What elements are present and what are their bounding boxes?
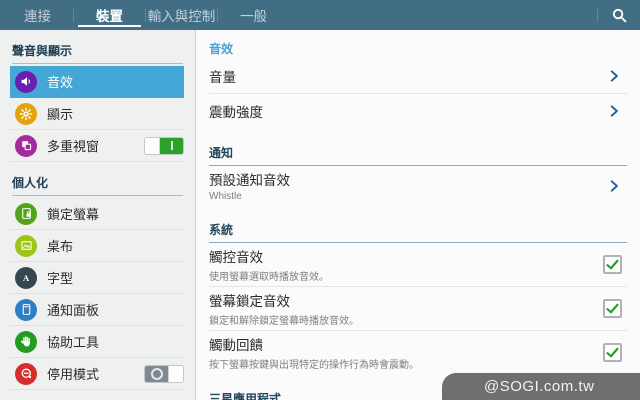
checkmark-icon [606,303,619,314]
sidebar-item-wallpaper[interactable]: 桌布 [10,230,184,262]
tab-strip: 連接 裝置 輸入與控制 一般 [0,0,289,30]
top-tab-bar: 連接 裝置 輸入與控制 一般 [0,0,640,30]
row-title: 震動強度 [209,105,263,120]
row-value: Whistle [209,191,242,202]
section-header-notifications: 通知 [209,132,627,166]
lock-screen-icon [15,202,37,225]
tab-device[interactable]: 裝置 [74,0,145,30]
svg-text:A: A [23,272,30,282]
chevron-right-icon [605,69,623,83]
toggle-knob [168,365,183,382]
haptic-feedback-checkbox[interactable] [603,343,622,362]
notification-panel-icon [15,298,37,321]
tab-general[interactable]: 一般 [218,0,289,30]
sidebar-item-label: 通知面板 [47,303,100,318]
settings-screen: 連接 裝置 輸入與控制 一般 聲音與顯示 音效 顯示 多重視窗 個人化 鎖定螢幕… [0,0,640,400]
watermark: @SOGI.com.tw [442,373,640,400]
search-button[interactable] [598,0,640,30]
wallpaper-icon [15,234,37,257]
sidebar-item-label: 鎖定螢幕 [47,207,100,222]
sidebar-item-label: 字型 [47,271,74,286]
toggle-track-off [145,365,168,382]
sidebar-item-label: 多重視窗 [47,139,100,154]
sidebar-item-lock-screen[interactable]: 鎖定螢幕 [10,198,184,230]
brightness-icon [15,102,37,125]
section-system: 系統 觸控音效 使用螢幕選取時播放音效。 螢幕鎖定音效 鎖定和解除鎖定螢幕時播放… [209,209,627,374]
section-header-system: 系統 [209,209,627,243]
screen-lock-sound-checkbox[interactable] [603,299,622,318]
sidebar-item-label: 協助工具 [47,335,100,350]
sidebar-item-sound[interactable]: 音效 [10,66,184,98]
sidebar-group-header-personalization: 個人化 [12,174,183,196]
blocking-mode-toggle[interactable] [144,364,184,383]
checkmark-icon [606,259,619,270]
setting-row-vibration-intensity[interactable]: 震動強度 [209,94,627,128]
tab-connections[interactable]: 連接 [2,0,73,30]
sidebar-item-label: 音效 [47,75,74,90]
row-title: 觸控音效 [209,250,263,265]
multi-window-icon [15,134,37,157]
multi-window-toggle[interactable] [144,136,184,155]
sidebar-item-notification-panel[interactable]: 通知面板 [10,294,184,326]
sidebar-item-display[interactable]: 顯示 [10,98,184,130]
setting-row-haptic-feedback[interactable]: 觸動回饋 按下螢幕按鍵與出現特定的操作行為時會震動。 [209,331,627,374]
sidebar: 聲音與顯示 音效 顯示 多重視窗 個人化 鎖定螢幕 桌布 A 字型 通知面板 協… [0,30,196,400]
section-sound: 音效 音量 震動強度 [209,30,627,128]
toggle-knob [145,137,160,154]
touch-sounds-checkbox[interactable] [603,255,622,274]
row-description: 鎖定和解除鎖定螢幕時播放音效。 [209,316,359,327]
toggle-track-on [160,137,183,154]
row-title: 音量 [209,70,236,85]
sidebar-item-font[interactable]: A 字型 [10,262,184,294]
setting-row-volume[interactable]: 音量 [209,59,627,93]
accessibility-hand-icon [15,330,37,353]
section-notifications: 通知 預設通知音效 Whistle [209,132,627,205]
sidebar-group-header-sound-display: 聲音與顯示 [12,42,183,64]
tab-input-control[interactable]: 輸入與控制 [146,0,217,30]
chevron-right-icon [605,104,623,118]
sidebar-item-blocking-mode[interactable]: 停用模式 [10,358,184,390]
row-title: 預設通知音效 [209,173,290,188]
setting-row-screen-lock-sound[interactable]: 螢幕鎖定音效 鎖定和解除鎖定螢幕時播放音效。 [209,287,627,330]
search-icon [612,8,627,23]
sidebar-item-label: 顯示 [47,107,74,122]
font-icon: A [15,266,37,289]
main-area: 聲音與顯示 音效 顯示 多重視窗 個人化 鎖定螢幕 桌布 A 字型 通知面板 協… [0,30,640,400]
setting-row-touch-sounds[interactable]: 觸控音效 使用螢幕選取時播放音效。 [209,243,627,286]
blocking-mode-icon [15,362,37,385]
sidebar-item-accessibility[interactable]: 協助工具 [10,326,184,358]
settings-content: 音效 音量 震動強度 通知 預設通知音效 Whistle 系統 觸控音效 使用螢… [196,30,640,400]
setting-row-default-notification-sound[interactable]: 預設通知音效 Whistle [209,166,627,205]
sidebar-item-multi-window[interactable]: 多重視窗 [10,130,184,162]
chevron-right-icon [605,179,623,193]
row-description: 使用螢幕選取時播放音效。 [209,272,329,283]
sidebar-item-label: 桌布 [47,239,74,254]
row-title: 觸動回饋 [209,338,263,353]
checkmark-icon [606,347,619,358]
row-description: 按下螢幕按鍵與出現特定的操作行為時會震動。 [209,360,419,371]
row-title: 螢幕鎖定音效 [209,294,290,309]
section-header-sound: 音效 [209,42,234,56]
sidebar-item-label: 停用模式 [47,367,100,382]
search-area [597,0,640,30]
speaker-icon [15,70,37,93]
